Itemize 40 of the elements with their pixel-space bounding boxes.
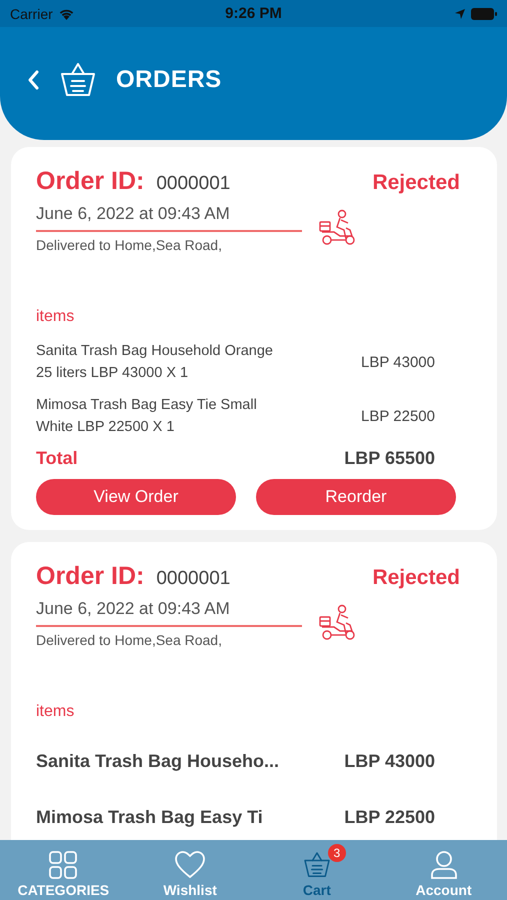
total-amount: LBP 65500 xyxy=(344,448,435,469)
order-date: June 6, 2022 at 09:43 AM xyxy=(36,204,302,232)
order-date: June 6, 2022 at 09:43 AM xyxy=(36,599,302,627)
basket-icon xyxy=(302,850,332,880)
items-heading: items xyxy=(36,703,76,721)
order-id-label: Order ID: xyxy=(36,167,144,196)
order-id-label: Order ID: xyxy=(36,562,144,591)
item-price: LBP 43000 xyxy=(361,354,435,370)
reorder-button[interactable]: Reorder xyxy=(256,479,456,515)
location-icon xyxy=(454,8,466,20)
order-status: Rejected xyxy=(372,171,460,195)
view-order-button[interactable]: View Order xyxy=(36,479,236,515)
heart-icon xyxy=(174,850,206,880)
order-status: Rejected xyxy=(372,566,460,590)
person-icon xyxy=(428,850,459,880)
item-price: LBP 43000 xyxy=(344,751,435,772)
wifi-icon xyxy=(58,7,75,20)
grid-icon xyxy=(48,850,78,880)
item-price: LBP 22500 xyxy=(344,807,435,828)
tab-item[interactable]: 3 Cart xyxy=(254,840,380,900)
order-id: 0000001 xyxy=(156,568,232,590)
tab-item[interactable]: Wishlist xyxy=(126,840,254,900)
order-id: 0000001 xyxy=(156,173,232,195)
carrier-label: Carrier xyxy=(10,6,53,22)
tab-item[interactable]: Account xyxy=(380,840,507,900)
back-button[interactable] xyxy=(26,69,40,91)
battery-icon xyxy=(470,8,497,20)
item-name: Sanita Trash Bag Househo... xyxy=(36,751,280,772)
item-name: Sanita Trash Bag Household Orange 25 liters LBP 43000 X 1 xyxy=(36,342,274,383)
delivery-address: Delivered to Home,Sea Road, xyxy=(36,237,223,253)
item-name: Mimosa Trash Bag Easy Ti xyxy=(36,807,263,828)
status-time: 9:26 PM xyxy=(225,5,282,22)
items-heading: items xyxy=(36,308,76,326)
delivery-address: Delivered to Home,Sea Road, xyxy=(36,632,223,648)
total-label: Total xyxy=(36,448,78,469)
page-title: ORDERS xyxy=(116,66,222,94)
cart-count-badge: 3 xyxy=(328,844,346,862)
tab-item[interactable]: CATEGORIES xyxy=(0,840,127,900)
item-name: Mimosa Trash Bag Easy Tie Small White LBP 22500 X 1 xyxy=(36,396,258,437)
item-price: LBP 22500 xyxy=(361,408,435,424)
